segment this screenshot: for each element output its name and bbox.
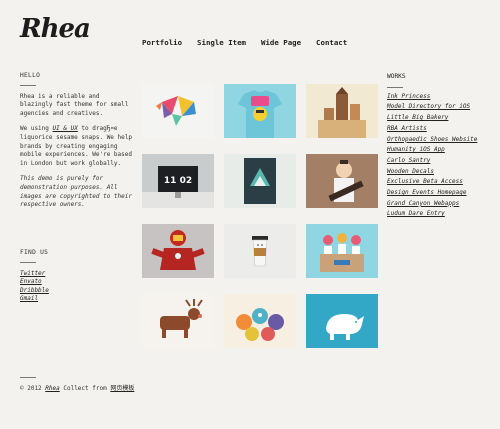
- tshirt-icon: [224, 84, 296, 138]
- city-castle-icon: [306, 84, 378, 138]
- divider: [20, 84, 36, 86]
- nav-contact[interactable]: Contact: [316, 38, 347, 47]
- flower-pots-icon: [306, 224, 378, 278]
- ui-ux-link[interactable]: UI & UX: [53, 125, 78, 132]
- hello-section: HELLO Rhea is a reliable and blazingly f…: [20, 72, 132, 217]
- guitarist-icon: [306, 154, 378, 208]
- hello-heading: HELLO: [20, 72, 41, 79]
- work-link[interactable]: Design Events Homepage: [387, 188, 497, 199]
- work-link[interactable]: Carlo Santry: [387, 156, 497, 167]
- work-link[interactable]: RBA Artists: [387, 124, 497, 135]
- envato-link[interactable]: Envato: [20, 278, 132, 287]
- work-link[interactable]: Orthopaedic Shoes Website: [387, 135, 497, 146]
- work-link[interactable]: Wooden Decals: [387, 167, 497, 178]
- portfolio-tile[interactable]: [306, 84, 378, 138]
- find-us-heading: FIND US: [20, 249, 49, 256]
- work-link[interactable]: Model Directory for iOS: [387, 102, 497, 113]
- divider: [387, 86, 403, 88]
- twitter-link[interactable]: Twitter: [20, 270, 132, 279]
- monitor-icon: 11 02: [142, 154, 214, 208]
- clock-text: 11 02: [164, 176, 192, 186]
- monsters-icon: [224, 294, 296, 348]
- portfolio-grid: 11 02: [142, 84, 378, 348]
- portfolio-tile[interactable]: [306, 154, 378, 208]
- work-link[interactable]: Grand Canyon Webapps: [387, 199, 497, 210]
- work-link[interactable]: Little Big Bakery: [387, 113, 497, 124]
- coffee-cup-icon: [224, 224, 296, 278]
- footer: © 2012 Rhea Collect from 网页模板: [20, 377, 140, 393]
- work-link[interactable]: Exclusive Beta Access: [387, 177, 497, 188]
- portfolio-tile[interactable]: [306, 294, 378, 348]
- hello-intro: Rhea is a reliable and blazingly fast th…: [20, 92, 129, 117]
- gmail-link[interactable]: Gmail: [20, 295, 132, 304]
- works-section: WORKS Ink Princess Model Directory for i…: [387, 72, 497, 220]
- nav-portfolio[interactable]: Portfolio: [142, 38, 182, 47]
- portfolio-tile[interactable]: [142, 224, 214, 278]
- work-link[interactable]: Humanity iOS App: [387, 145, 497, 156]
- poster-icon: [224, 154, 296, 208]
- portfolio-tile[interactable]: [224, 294, 296, 348]
- work-link[interactable]: Ludum Dare Entry: [387, 209, 497, 220]
- divider: [20, 377, 36, 378]
- portfolio-tile[interactable]: [142, 294, 214, 348]
- logo[interactable]: Rhea: [20, 14, 91, 44]
- footer-source-link[interactable]: 网页模板: [110, 385, 134, 392]
- dribbble-link[interactable]: Dribbble: [20, 287, 132, 296]
- ironman-icon: [142, 224, 214, 278]
- colorful-bird-icon: [142, 84, 214, 138]
- rhino-icon: [306, 294, 378, 348]
- portfolio-tile[interactable]: [142, 84, 214, 138]
- divider: [20, 261, 36, 263]
- portfolio-tile[interactable]: [306, 224, 378, 278]
- footer-rhea-link[interactable]: Rhea: [45, 385, 59, 392]
- portfolio-tile[interactable]: [224, 84, 296, 138]
- main-nav: Portfolio Single Item Wide Page Contact: [142, 38, 347, 47]
- portfolio-tile[interactable]: 11 02: [142, 154, 214, 208]
- hello-disclaimer: This demo is purely for demonstration pu…: [20, 175, 132, 209]
- hello-description: We using UI & UX to dragЂ¤e liquorice se…: [20, 125, 132, 167]
- work-link[interactable]: Ink Princess: [387, 92, 497, 103]
- works-heading: WORKS: [387, 73, 406, 80]
- portfolio-tile[interactable]: [224, 154, 296, 208]
- nav-wide-page[interactable]: Wide Page: [261, 38, 301, 47]
- nav-single-item[interactable]: Single Item: [197, 38, 246, 47]
- find-us-section: FIND US Twitter Envato Dribbble Gmail: [20, 249, 132, 304]
- portfolio-tile[interactable]: [224, 224, 296, 278]
- moose-icon: [142, 294, 214, 348]
